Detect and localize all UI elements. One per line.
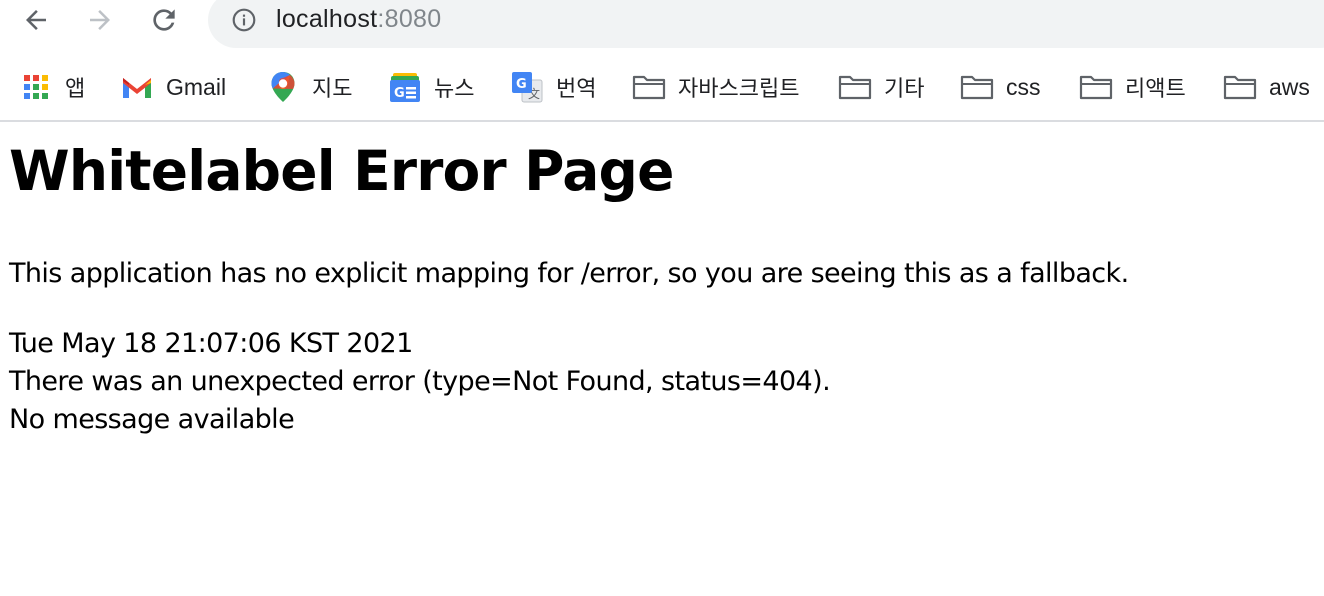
bookmark-folder-etc[interactable]: 기타: [838, 64, 924, 110]
page-title: Whitelabel Error Page: [9, 139, 674, 203]
url-text[interactable]: localhost:8080: [276, 5, 441, 34]
error-description: This application has no explicit mapping…: [9, 258, 1129, 289]
bookmark-apps[interactable]: 앱: [19, 64, 85, 110]
bookmark-translate[interactable]: 文 G 번역: [510, 64, 596, 110]
bookmark-gmail[interactable]: Gmail: [120, 64, 226, 110]
bookmark-label: 자바스크립트: [678, 77, 800, 102]
bookmark-folder-aws[interactable]: aws: [1223, 64, 1310, 110]
google-news-icon: G: [388, 70, 422, 104]
reload-icon: [153, 9, 175, 31]
bookmark-news[interactable]: G 뉴스: [388, 64, 474, 110]
reload-button[interactable]: [148, 4, 180, 36]
error-status-line: There was an unexpected error (type=Not …: [9, 366, 831, 397]
arrow-back-icon: [26, 10, 46, 30]
gmail-icon: [120, 70, 154, 104]
address-bar[interactable]: localhost:8080: [208, 0, 1324, 48]
svg-text:G: G: [394, 86, 405, 101]
bookmark-label: aws: [1269, 73, 1310, 100]
url-host: localhost: [276, 5, 378, 33]
google-translate-icon: 文 G: [510, 70, 544, 104]
bookmark-label: css: [1006, 73, 1041, 100]
toolbar-divider: [0, 120, 1324, 122]
folder-icon: [1223, 70, 1257, 104]
maps-pin-icon: [266, 70, 300, 104]
error-timestamp: Tue May 18 21:07:06 KST 2021: [9, 328, 413, 359]
arrow-forward-icon: [90, 10, 110, 30]
bookmark-folder-css[interactable]: css: [960, 64, 1041, 110]
bookmark-label: 앱: [65, 77, 86, 102]
browser-toolbar: localhost:8080: [0, 0, 1324, 48]
url-port: :8080: [377, 5, 442, 33]
bookmark-maps[interactable]: 지도: [266, 64, 352, 110]
svg-text:G: G: [516, 77, 527, 92]
forward-button[interactable]: [84, 4, 116, 36]
back-button[interactable]: [20, 4, 52, 36]
bookmark-label: Gmail: [166, 73, 227, 100]
folder-icon: [960, 70, 994, 104]
apps-grid-icon: [19, 70, 53, 104]
bookmark-label: 번역: [556, 77, 597, 102]
bookmark-label: 기타: [884, 77, 925, 102]
info-icon[interactable]: [230, 6, 258, 34]
folder-icon: [632, 70, 666, 104]
folder-icon: [1079, 70, 1113, 104]
error-message: No message available: [9, 404, 295, 435]
folder-icon: [838, 70, 872, 104]
bookmark-folder-javascript[interactable]: 자바스크립트: [632, 64, 799, 110]
bookmark-label: 리액트: [1125, 77, 1186, 102]
bookmark-label: 지도: [312, 77, 353, 102]
bookmark-folder-react[interactable]: 리액트: [1079, 64, 1186, 110]
bookmark-label: 뉴스: [434, 77, 475, 102]
bookmarks-bar: 앱 Gmail 지도 G 뉴스 文 G 번역 자바스크립트 기타 css 리액트…: [0, 64, 1324, 110]
